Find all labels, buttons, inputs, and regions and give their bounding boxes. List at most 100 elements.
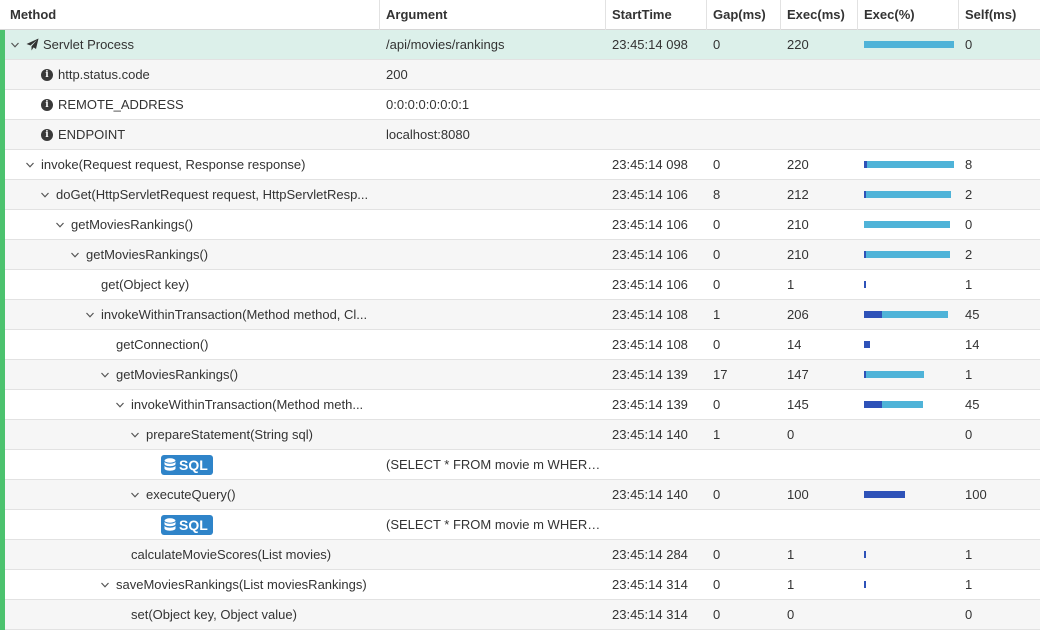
method-name: getMoviesRankings()	[71, 217, 194, 232]
column-header-argument[interactable]: Argument	[380, 0, 606, 30]
gap-cell-text: 17	[713, 367, 728, 382]
argument-cell	[380, 360, 606, 389]
chevron-down-icon[interactable]	[70, 250, 80, 260]
table-row[interactable]: getMoviesRankings() 23:45:14 106 0 210 2	[0, 240, 1040, 270]
table-row[interactable]: executeQuery() 23:45:14 140 0 100 100	[0, 480, 1040, 510]
table-row[interactable]: doGet(HttpServletRequest request, HttpSe…	[0, 180, 1040, 210]
table-row[interactable]: getConnection() 23:45:14 108 0 14 14	[0, 330, 1040, 360]
sql-badge[interactable]: SQL	[161, 454, 213, 475]
exec-percent-cell	[858, 420, 959, 449]
sql-badge[interactable]: SQL	[161, 514, 213, 535]
argument-cell: 200	[380, 60, 606, 89]
argument-cell: localhost:8080	[380, 120, 606, 149]
argument-cell	[380, 570, 606, 599]
gap-cell-text: 1	[713, 307, 721, 322]
self-bar-fill	[864, 491, 905, 498]
gap-cell: 0	[707, 390, 781, 419]
start-time-cell: 23:45:14 140	[606, 480, 707, 509]
start-time-cell-text: 23:45:14 284	[612, 547, 688, 562]
method-cell: prepareStatement(String sql)	[0, 420, 380, 449]
info-icon: i	[41, 68, 53, 81]
table-row[interactable]: get(Object key) 23:45:14 106 0 1 1	[0, 270, 1040, 300]
method-cell: i REMOTE_ADDRESS	[0, 90, 380, 119]
gap-cell: 1	[707, 300, 781, 329]
method-name: executeQuery()	[146, 487, 236, 502]
exec-cell: 220	[781, 30, 858, 59]
table-row[interactable]: getMoviesRankings() 23:45:14 139 17 147 1	[0, 360, 1040, 390]
column-header-self[interactable]: Self(ms)	[959, 0, 1040, 30]
exec-percent-bar	[864, 551, 954, 558]
self-bar-fill	[864, 341, 870, 348]
exec-percent-bar	[864, 491, 954, 498]
table-row[interactable]: SQL (SELECT * FROM movie m WHERE m.l...	[0, 510, 1040, 540]
exec-percent-bar	[864, 41, 954, 48]
chevron-down-icon[interactable]	[40, 190, 50, 200]
chevron-down-icon[interactable]	[100, 370, 110, 380]
self-cell-text: 1	[965, 277, 973, 292]
table-row[interactable]: prepareStatement(String sql) 23:45:14 140…	[0, 420, 1040, 450]
table-row[interactable]: saveMoviesRankings(List moviesRankings) 2…	[0, 570, 1040, 600]
method-cell: getConnection()	[0, 330, 380, 359]
method-name: getMoviesRankings()	[116, 367, 239, 382]
table-row[interactable]: set(Object key, Object value) 23:45:14 31…	[0, 600, 1040, 630]
start-time-cell-text: 23:45:14 314	[612, 577, 688, 592]
table-row[interactable]: invokeWithinTransaction(Method method, C…	[0, 300, 1040, 330]
argument-cell	[380, 600, 606, 629]
chevron-down-icon[interactable]	[55, 220, 65, 230]
table-row[interactable]: getMoviesRankings() 23:45:14 106 0 210 0	[0, 210, 1040, 240]
table-row[interactable]: SQL (SELECT * FROM movie m WHERE m.l...	[0, 450, 1040, 480]
gap-cell	[707, 510, 781, 539]
method-cell: invokeWithinTransaction(Method method, C…	[0, 300, 380, 329]
self-bar-fill	[864, 191, 866, 198]
method-cell: calculateMovieScores(List movies)	[0, 540, 380, 569]
gap-cell-text: 0	[713, 487, 721, 502]
column-header-method[interactable]: Method	[0, 0, 380, 30]
chevron-down-icon[interactable]	[85, 310, 95, 320]
start-time-cell-text: 23:45:14 106	[612, 217, 688, 232]
column-header-gap[interactable]: Gap(ms)	[707, 0, 781, 30]
table-row[interactable]: i ENDPOINT localhost:8080	[0, 120, 1040, 150]
info-icon: i	[41, 128, 53, 141]
table-row[interactable]: i http.status.code 200	[0, 60, 1040, 90]
column-header-start-time[interactable]: StartTime	[606, 0, 707, 30]
chevron-down-icon[interactable]	[130, 490, 140, 500]
chevron-down-icon[interactable]	[130, 430, 140, 440]
chevron-down-icon[interactable]	[100, 580, 110, 590]
method-cell: SQL	[0, 510, 380, 539]
table-row[interactable]: calculateMovieScores(List movies) 23:45:1…	[0, 540, 1040, 570]
chevron-down-icon[interactable]	[115, 400, 125, 410]
exec-percent-cell	[858, 210, 959, 239]
exec-cell-text: 100	[787, 487, 809, 502]
table-row[interactable]: invoke(Request request, Response respons…	[0, 150, 1040, 180]
column-header-exec-percent[interactable]: Exec(%)	[858, 0, 959, 30]
start-time-cell: 23:45:14 106	[606, 270, 707, 299]
gap-cell: 0	[707, 540, 781, 569]
exec-cell-text: 206	[787, 307, 809, 322]
gap-cell-text: 0	[713, 547, 721, 562]
table-row[interactable]: i REMOTE_ADDRESS 0:0:0:0:0:0:0:1	[0, 90, 1040, 120]
method-cell: Servlet Process	[0, 30, 380, 59]
exec-bar-fill	[864, 221, 950, 228]
exec-percent-bar	[864, 221, 954, 228]
self-cell: 1	[959, 270, 1040, 299]
gap-cell-text: 0	[713, 37, 721, 52]
exec-cell: 212	[781, 180, 858, 209]
exec-cell-text: 220	[787, 37, 809, 52]
exec-percent-cell	[858, 360, 959, 389]
argument-cell-text: 200	[386, 67, 408, 82]
table-row[interactable]: Servlet Process/api/movies/rankings 23:45…	[0, 30, 1040, 60]
table-row[interactable]: invokeWithinTransaction(Method meth... 23…	[0, 390, 1040, 420]
column-header-exec[interactable]: Exec(ms)	[781, 0, 858, 30]
start-time-cell	[606, 60, 707, 89]
method-cell: saveMoviesRankings(List moviesRankings)	[0, 570, 380, 599]
method-name: doGet(HttpServletRequest request, HttpSe…	[56, 187, 369, 202]
argument-cell	[380, 540, 606, 569]
grid-header: Method Argument StartTime Gap(ms) Exec(m…	[0, 0, 1040, 30]
self-cell-text: 100	[965, 487, 987, 502]
self-cell-text: 14	[965, 337, 980, 352]
chevron-down-icon[interactable]	[25, 160, 35, 170]
exec-percent-bar	[864, 161, 954, 168]
exec-cell: 147	[781, 360, 858, 389]
chevron-down-icon[interactable]	[10, 40, 20, 50]
method-name: calculateMovieScores(List movies)	[131, 547, 332, 562]
